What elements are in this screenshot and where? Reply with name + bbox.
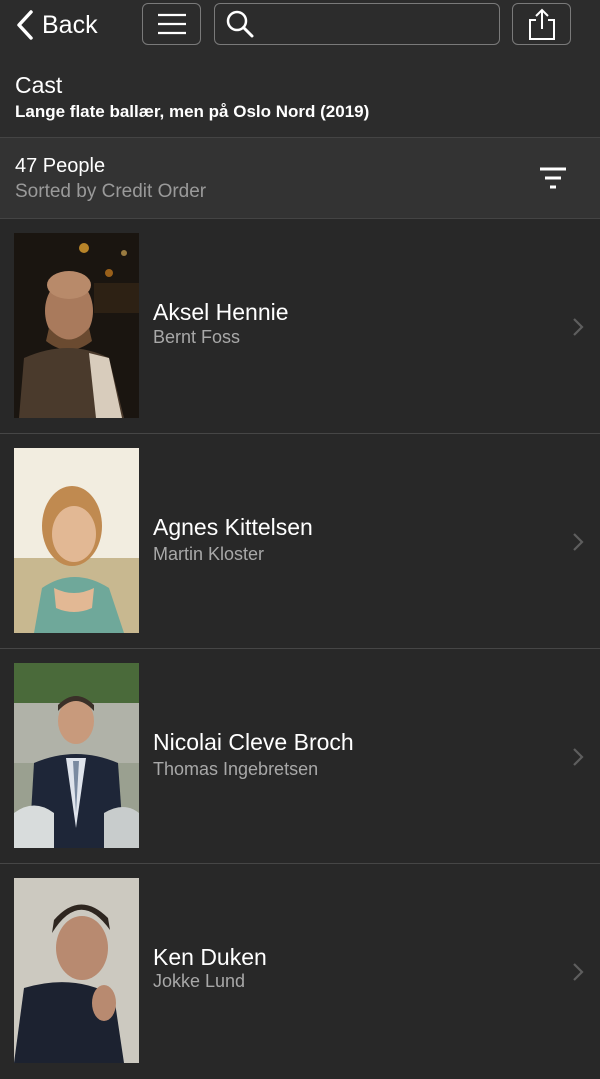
cast-row[interactable]: Agnes Kittelsen Martin Kloster [0,434,600,649]
chevron-right-icon [573,533,584,551]
filter-icon[interactable] [538,166,568,190]
cast-list: Aksel Hennie Bernt Foss Agnes Kittelsen … [0,219,600,1079]
sort-order-label: Sorted by Credit Order [15,181,207,202]
hamburger-menu-icon [157,13,186,35]
chevron-right-icon [573,963,584,981]
actor-name: Aksel Hennie [153,299,289,325]
actor-photo [14,878,139,1063]
search-input[interactable] [263,13,483,35]
actor-name: Ken Duken [153,944,267,970]
back-button[interactable]: Back [14,6,98,44]
actor-photo [14,663,139,848]
movie-title: Lange flate ballær, men på Oslo Nord (20… [15,102,370,121]
page-title: Cast [15,72,63,98]
chevron-right-icon [573,748,584,766]
search-icon [226,10,254,38]
character-name: Martin Kloster [153,544,265,564]
search-field[interactable] [214,3,500,45]
share-button[interactable] [512,3,571,45]
top-nav-bar: Back [0,0,600,52]
cast-row[interactable]: Ken Duken Jokke Lund [0,864,600,1079]
actor-name: Agnes Kittelsen [153,514,313,540]
cast-row[interactable]: Nicolai Cleve Broch Thomas Ingebretsen [0,649,600,864]
sort-bar: 47 People Sorted by Credit Order [0,138,600,219]
back-label: Back [42,10,98,39]
chevron-left-icon [17,10,33,40]
character-name: Bernt Foss [153,327,241,347]
character-name: Thomas Ingebretsen [153,759,319,779]
people-count: 47 People [15,155,106,177]
share-icon [528,8,555,40]
menu-button[interactable] [142,3,201,45]
chevron-right-icon [573,318,584,336]
cast-row[interactable]: Aksel Hennie Bernt Foss [0,219,600,434]
page-header: Cast Lange flate ballær, men på Oslo Nor… [0,52,600,138]
character-name: Jokke Lund [153,971,246,991]
actor-photo [14,448,139,633]
actor-photo [14,233,139,418]
actor-name: Nicolai Cleve Broch [153,729,354,755]
